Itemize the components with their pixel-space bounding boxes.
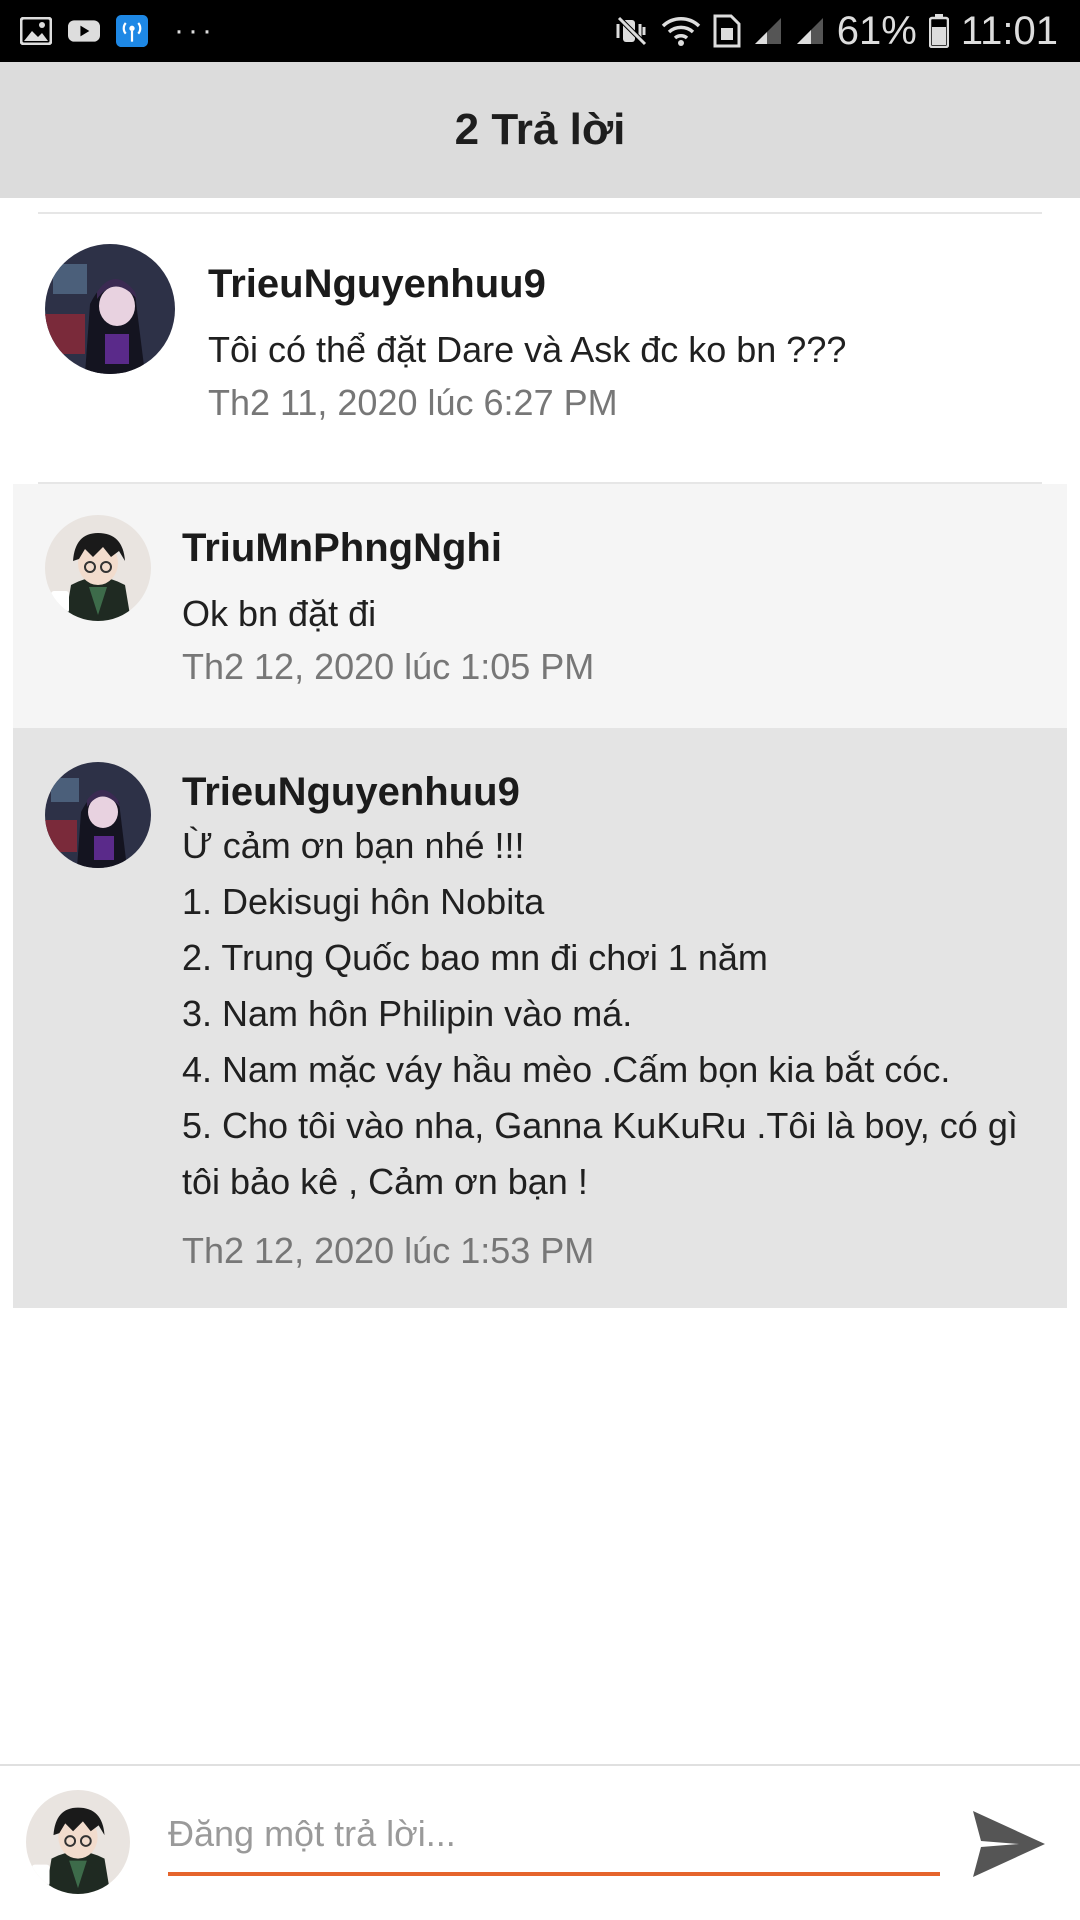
sim-icon: [713, 14, 741, 48]
comment-text: Ok bn đặt đi: [182, 593, 377, 634]
comment-text-line: 1. Dekisugi hôn Nobita: [182, 881, 545, 922]
replies-header: 2 Trả lời: [0, 62, 1080, 198]
comment-text-line: tôi bảo kê , Cảm ơn bạn !: [182, 1161, 588, 1202]
comment-text-line: 3. Nam hôn Philipin vào má.: [182, 993, 633, 1034]
status-bar-system: 61% 11:01: [615, 8, 1058, 54]
wifi-icon: [661, 14, 701, 48]
comment-text-line: 5. Cho tôi vào nha, Ganna KuKuRu .Tôi là…: [182, 1105, 1018, 1146]
comment-text-line: 2. Trung Quốc bao mn đi chơi 1 năm: [182, 937, 768, 978]
comment-text-line: Ừ cảm ơn bạn nhé !!!: [182, 825, 525, 866]
avatar[interactable]: [45, 762, 151, 868]
comment-timestamp: Th2 12, 2020 lúc 1:53 PM: [182, 1230, 595, 1271]
clock: 11:01: [960, 8, 1058, 53]
page-title: 2 Trả lời: [454, 105, 626, 154]
reply-composer: [0, 1764, 1080, 1920]
avatar[interactable]: [26, 1790, 130, 1894]
hotspot-icon: [116, 15, 148, 47]
comment-author[interactable]: TrieuNguyenhuu9: [182, 770, 520, 815]
comment-text-line: 4. Nam mặc váy hầu mèo .Cấm bọn kia bắt …: [182, 1049, 951, 1090]
status-bar-notifications: ···: [20, 10, 216, 52]
gallery-icon: [20, 16, 52, 46]
comment-timestamp: Th2 11, 2020 lúc 6:27 PM: [208, 382, 618, 423]
youtube-icon: [68, 16, 100, 46]
comment-item[interactable]: TrieuNguyenhuu9 Tôi có thể đặt Dare và A…: [0, 214, 1080, 484]
more-dots-icon: ···: [174, 14, 216, 47]
comment-text: Tôi có thể đặt Dare và Ask đc ko bn ???: [208, 329, 847, 370]
battery-icon: [928, 14, 949, 48]
send-button[interactable]: [968, 1804, 1050, 1884]
reply-input[interactable]: [168, 1796, 940, 1876]
battery-percent: 61%: [836, 8, 917, 53]
avatar[interactable]: [45, 244, 175, 374]
comment-author[interactable]: TrieuNguyenhuu9: [208, 262, 546, 307]
send-icon: [973, 1811, 1045, 1877]
mute-icon: [615, 14, 649, 48]
signal-icon: [795, 16, 825, 46]
signal-icon: [753, 16, 783, 46]
comment-item[interactable]: TrieuNguyenhuu9 Ừ cảm ơn bạn nhé !!! 1. …: [13, 728, 1067, 1308]
comment-item[interactable]: TriuMnPhngNghi Ok bn đặt đi Th2 12, 2020…: [13, 484, 1067, 728]
status-bar: ··· 61% 11:01: [0, 0, 1080, 62]
avatar[interactable]: [45, 515, 151, 621]
comment-author[interactable]: TriuMnPhngNghi: [182, 526, 502, 571]
comment-timestamp: Th2 12, 2020 lúc 1:05 PM: [182, 646, 595, 687]
